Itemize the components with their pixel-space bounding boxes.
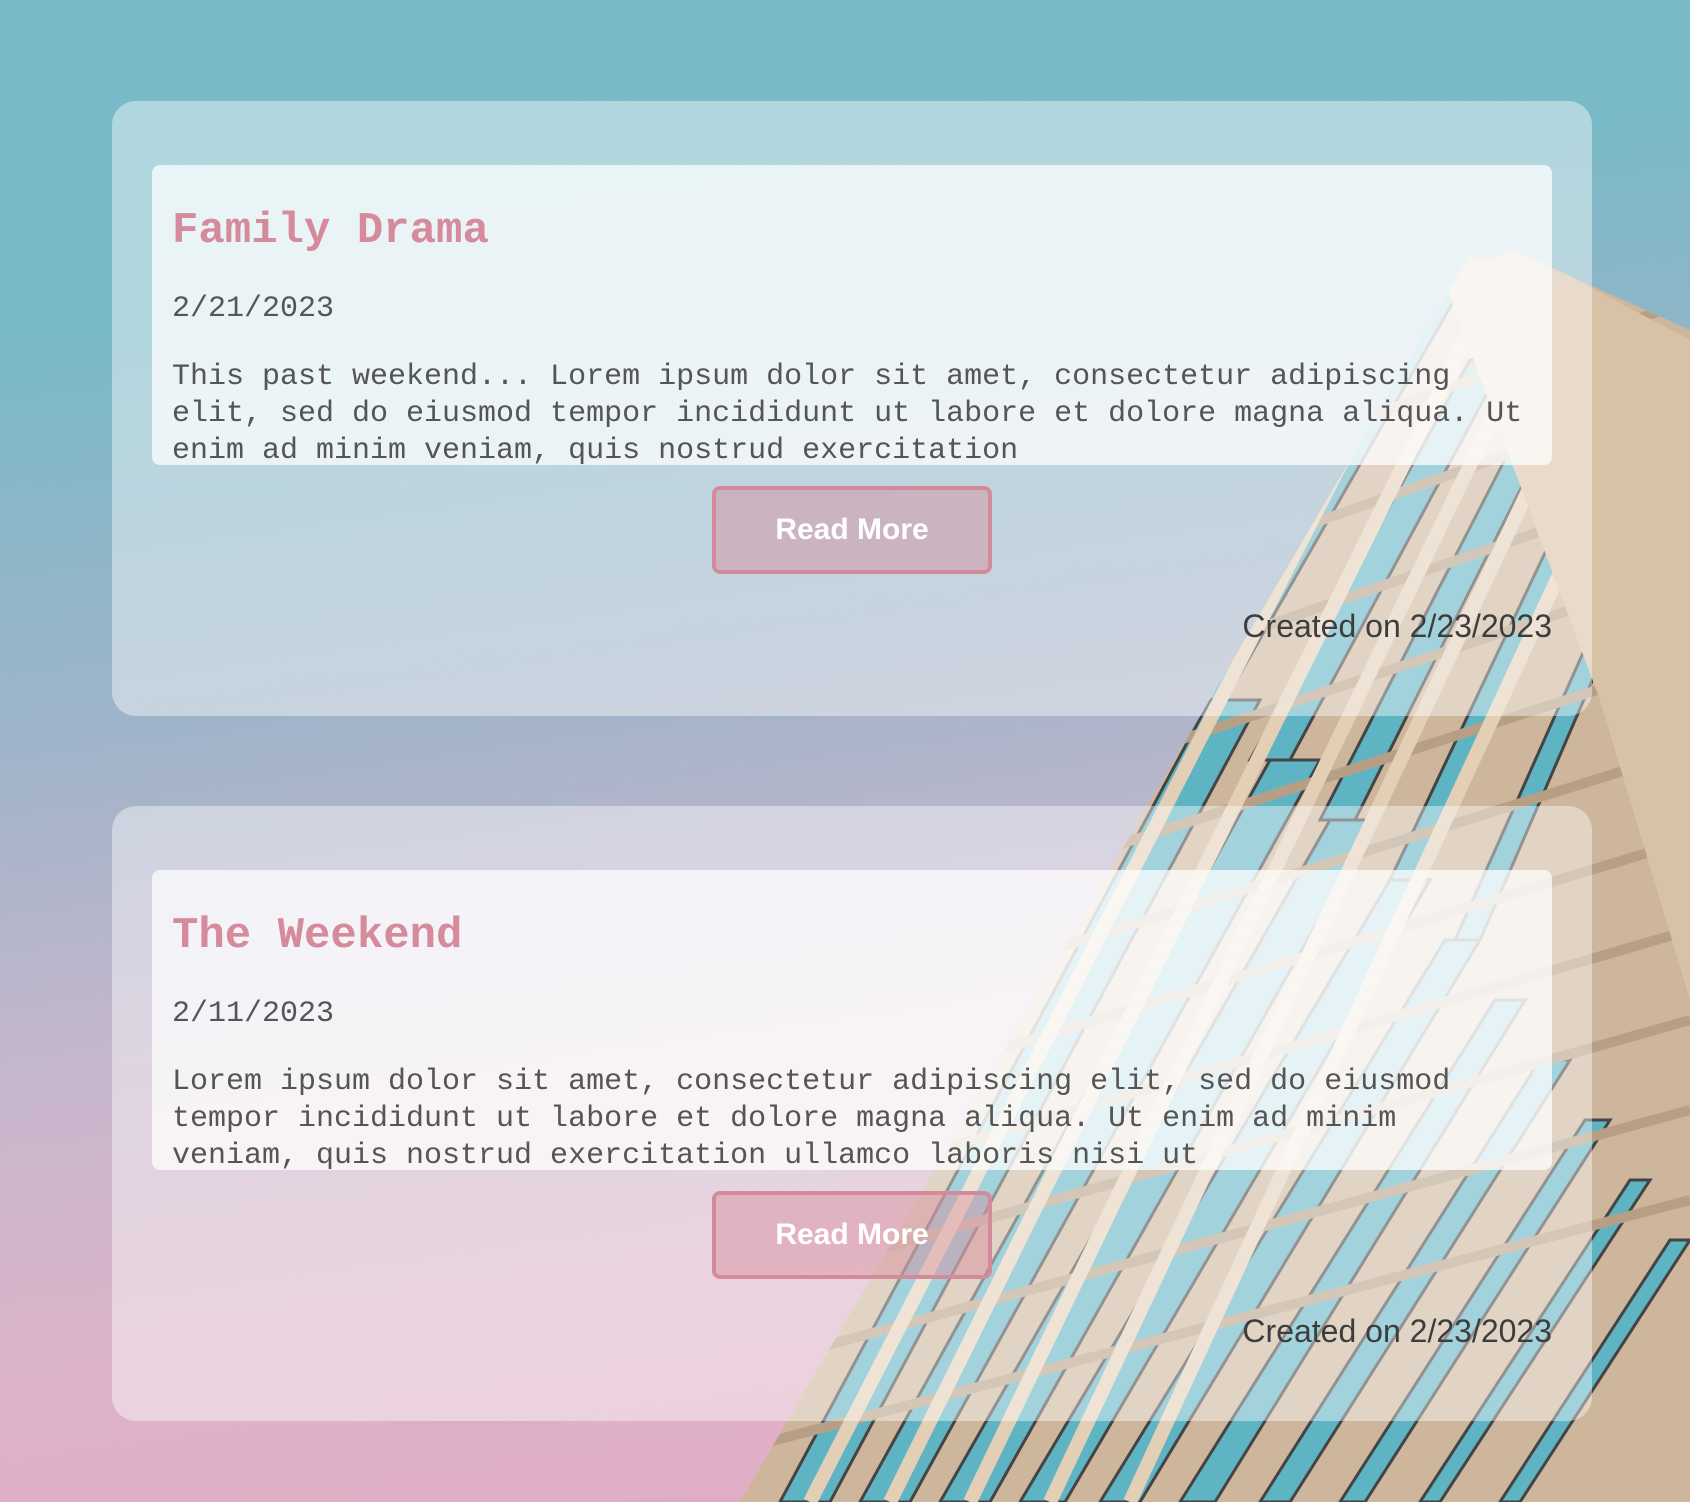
post-preview: Family Drama 2/21/2023 This past weekend… (152, 165, 1552, 465)
post-excerpt: This past weekend... Lorem ipsum dolor s… (172, 360, 1523, 465)
created-on-label: Created on 2/23/2023 (1242, 608, 1552, 644)
post-date: 2/21/2023 (172, 292, 335, 326)
read-more-button[interactable]: Read More (712, 486, 992, 574)
post-date: 2/11/2023 (172, 997, 335, 1031)
post-title: Family Drama (172, 206, 489, 256)
post-card: Family Drama 2/21/2023 This past weekend… (112, 101, 1592, 716)
read-more-button[interactable]: Read More (712, 1191, 992, 1279)
post-excerpt: Lorem ipsum dolor sit amet, consectetur … (172, 1065, 1451, 1170)
post-preview: The Weekend 2/11/2023 Lorem ipsum dolor … (152, 870, 1552, 1170)
post-feed: Family Drama 2/21/2023 This past weekend… (112, 101, 1592, 1502)
created-on-label: Created on 2/23/2023 (1242, 1313, 1552, 1349)
post-title: The Weekend (172, 911, 463, 961)
post-card: The Weekend 2/11/2023 Lorem ipsum dolor … (112, 806, 1592, 1421)
